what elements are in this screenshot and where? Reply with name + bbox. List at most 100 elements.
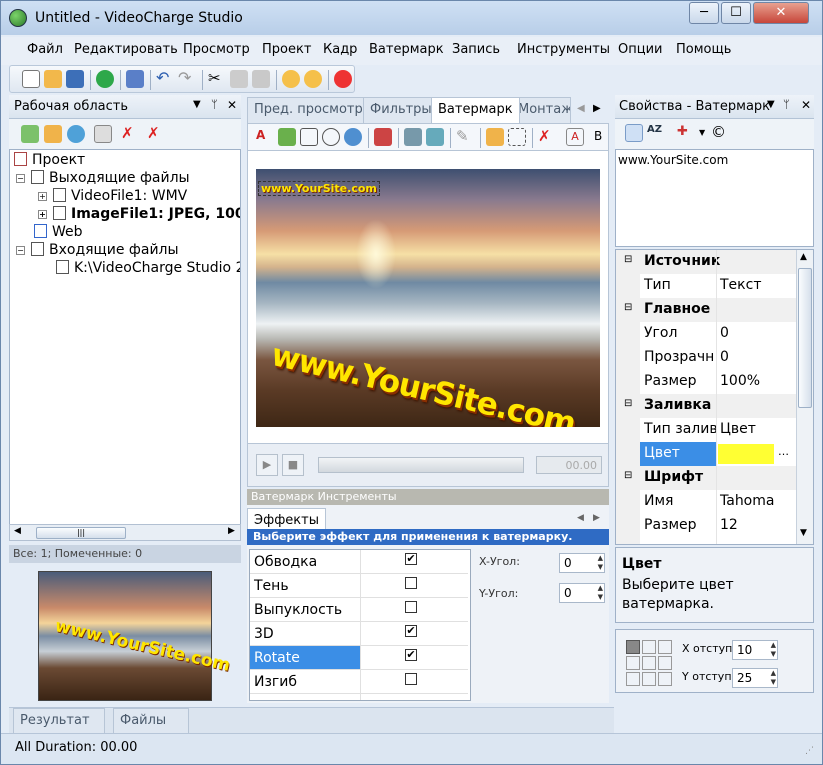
- property-row[interactable]: Тип залив Цвет: [640, 418, 813, 442]
- scroll-down-icon[interactable]: ▼: [800, 528, 807, 538]
- effect-row-selected[interactable]: Rotate ✔: [250, 646, 468, 670]
- horizontal-scrollbar[interactable]: ◀ ||| ▶: [9, 524, 241, 541]
- property-row-selected[interactable]: Цвет…: [640, 442, 813, 466]
- close-icon[interactable]: ✕: [227, 98, 237, 112]
- ellipse-icon[interactable]: [322, 128, 340, 146]
- menu-record[interactable]: Запись: [452, 42, 500, 57]
- add-icon[interactable]: ✚: [677, 124, 695, 142]
- play-icon[interactable]: [96, 70, 114, 88]
- sort-az-icon[interactable]: AZ: [647, 124, 665, 142]
- tab-preview[interactable]: Пред. просмотр: [247, 97, 370, 123]
- menu-help[interactable]: Помощь: [676, 42, 731, 57]
- pdf-icon[interactable]: A: [566, 128, 584, 146]
- spin-arrows-icon[interactable]: ▲ ▼: [598, 584, 603, 602]
- globe-icon[interactable]: [344, 128, 362, 146]
- categorized-icon[interactable]: [625, 124, 643, 142]
- delete-icon[interactable]: [374, 128, 392, 146]
- minimize-button[interactable]: ─: [689, 2, 719, 24]
- effect-row[interactable]: 3D ✔: [250, 622, 468, 646]
- property-value[interactable]: 0: [720, 349, 729, 365]
- menu-view[interactable]: Просмотр: [183, 42, 250, 57]
- tab-montage[interactable]: Монтаж: [511, 97, 571, 123]
- effect-row[interactable]: Выпуклость: [250, 598, 468, 622]
- add-input-icon[interactable]: [44, 125, 62, 143]
- property-row[interactable]: Имя Tahoma: [640, 490, 813, 514]
- shape-icon[interactable]: [426, 128, 444, 146]
- effect-checkbox[interactable]: ✔: [405, 649, 417, 661]
- scroll-right-icon[interactable]: ▶: [228, 526, 235, 536]
- frame-icon[interactable]: [508, 128, 526, 146]
- tab-files[interactable]: Файлы: [113, 708, 189, 733]
- resize-grip-icon[interactable]: ⋰: [805, 746, 814, 756]
- expand-icon[interactable]: +: [38, 192, 47, 201]
- scroll-thumb[interactable]: |||: [36, 527, 126, 539]
- tab-filters[interactable]: Фильтры: [363, 97, 439, 123]
- collapse-icon[interactable]: −: [16, 174, 25, 183]
- ellipsis-button[interactable]: …: [778, 445, 789, 458]
- layer-icon[interactable]: [404, 128, 422, 146]
- zoom-out-icon[interactable]: [304, 70, 322, 88]
- edit-icon[interactable]: [94, 125, 112, 143]
- menu-frame[interactable]: Кадр: [323, 42, 357, 57]
- property-value[interactable]: 0: [720, 325, 729, 341]
- tab-watermark[interactable]: Ватермарк: [431, 97, 520, 123]
- y-angle-input[interactable]: 0 ▲ ▼: [559, 583, 605, 603]
- scroll-thumb[interactable]: [798, 268, 812, 408]
- x-offset-input[interactable]: 10 ▲ ▼: [732, 640, 778, 660]
- x-angle-input[interactable]: 0 ▲ ▼: [559, 553, 605, 573]
- effect-row[interactable]: Тень: [250, 574, 468, 598]
- color-swatch[interactable]: [718, 444, 774, 464]
- vertical-scrollbar[interactable]: ▲ ▼: [796, 250, 813, 544]
- tree-node-output[interactable]: − Выходящие файлы: [16, 170, 190, 188]
- save-icon[interactable]: [66, 70, 84, 88]
- close-button[interactable]: ✕: [753, 2, 809, 24]
- effect-row[interactable]: Обводка ✔: [250, 550, 468, 574]
- new-icon[interactable]: [22, 70, 40, 88]
- tab-effects[interactable]: Эффекты: [247, 508, 326, 529]
- image-icon[interactable]: [278, 128, 296, 146]
- spin-arrows-icon[interactable]: ▲ ▼: [771, 669, 776, 687]
- property-row[interactable]: Угол 0: [640, 322, 813, 346]
- wizard-icon[interactable]: [126, 70, 144, 88]
- paste-icon[interactable]: [252, 70, 270, 88]
- menu-project[interactable]: Проект: [262, 42, 311, 57]
- watermark-text-editor[interactable]: www.YourSite.com: [615, 149, 814, 247]
- anchor-grid[interactable]: [626, 640, 672, 686]
- effect-checkbox[interactable]: [405, 577, 417, 589]
- play-button[interactable]: ▶: [256, 454, 278, 476]
- remove-icon[interactable]: ✗: [121, 125, 139, 143]
- remove-all-icon[interactable]: ✗: [147, 125, 165, 143]
- tab-scroll-left-icon[interactable]: ◀: [577, 513, 584, 523]
- effect-checkbox[interactable]: ✔: [405, 625, 417, 637]
- scroll-left-icon[interactable]: ◀: [14, 526, 21, 536]
- preview-watermark[interactable]: www.YourSite.com: [268, 337, 579, 427]
- effect-checkbox[interactable]: [405, 673, 417, 685]
- clear-icon[interactable]: ✗: [538, 128, 556, 146]
- tree-node-inputfile[interactable]: K:\VideoCharge Studio 2: [56, 260, 240, 278]
- menu-edit[interactable]: Редактировать: [74, 42, 178, 57]
- collapse-icon[interactable]: ⊟: [624, 254, 632, 265]
- dropdown-icon[interactable]: ▼: [193, 99, 201, 110]
- spin-arrows-icon[interactable]: ▲ ▼: [771, 641, 776, 659]
- y-offset-input[interactable]: 25 ▲ ▼: [732, 668, 778, 688]
- pen-icon[interactable]: ✎: [456, 128, 474, 146]
- property-value[interactable]: 100%: [720, 373, 760, 389]
- stop-button[interactable]: ■: [282, 454, 304, 476]
- property-value[interactable]: Цвет: [720, 421, 756, 437]
- rectangle-icon[interactable]: [300, 128, 318, 146]
- seek-bar[interactable]: [318, 457, 524, 473]
- watermark-selection[interactable]: www.YourSite.com: [258, 181, 380, 196]
- open-icon[interactable]: [44, 70, 62, 88]
- property-row[interactable]: Размер 100%: [640, 370, 813, 394]
- redo-icon[interactable]: ↷: [178, 70, 196, 88]
- collapse-icon[interactable]: ⊟: [624, 302, 632, 313]
- stop-icon[interactable]: [334, 70, 352, 88]
- text-icon[interactable]: A: [256, 128, 274, 146]
- tree-node-imagefile[interactable]: + ImageFile1: JPEG, 100%: [38, 206, 240, 224]
- property-value[interactable]: Tahoma: [720, 493, 774, 509]
- collapse-icon[interactable]: ⊟: [624, 470, 632, 481]
- collapse-icon[interactable]: −: [16, 246, 25, 255]
- undo-icon[interactable]: ↶: [156, 70, 174, 88]
- tree-node-web[interactable]: Web: [34, 224, 83, 242]
- close-icon[interactable]: ✕: [801, 98, 811, 112]
